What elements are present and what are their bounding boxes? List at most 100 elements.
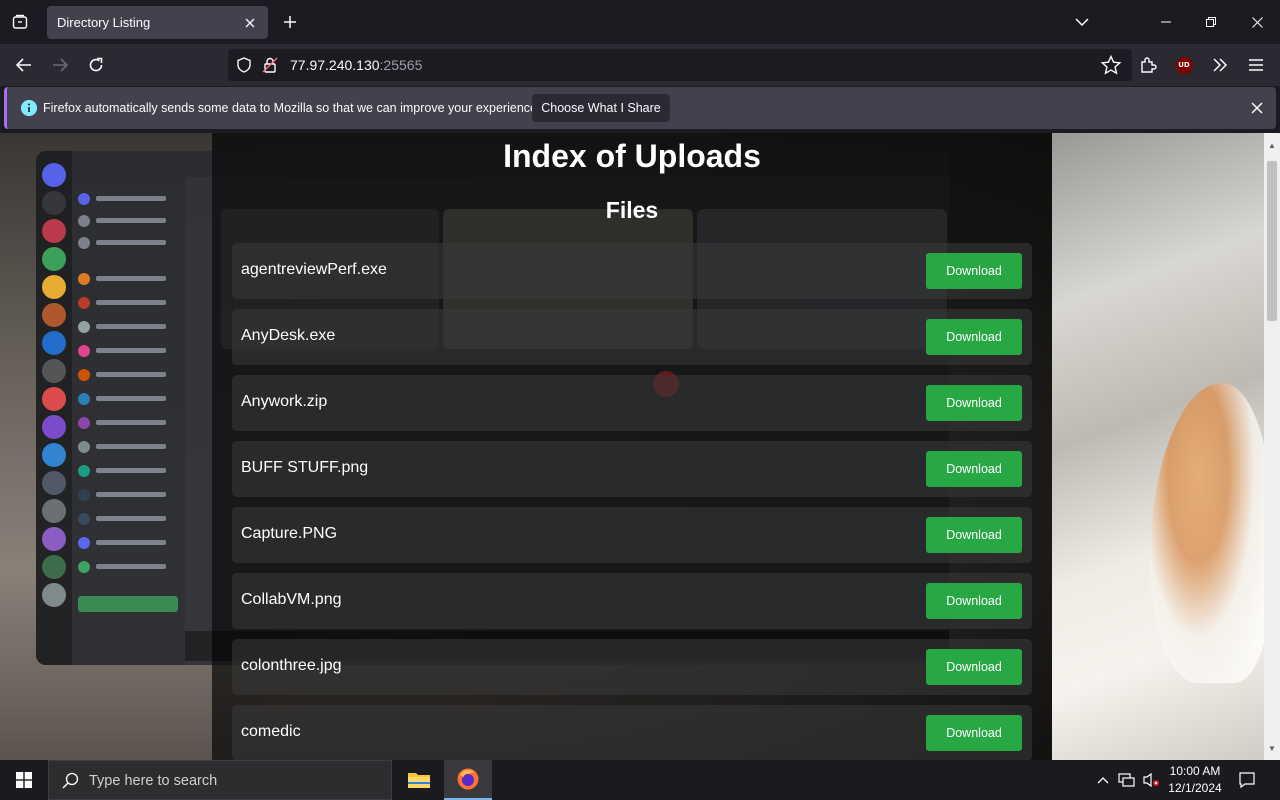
file-explorer-taskbar-button[interactable]	[395, 760, 443, 800]
discord-server-icon	[42, 247, 66, 271]
url-text[interactable]: 77.97.240.130:25565	[290, 57, 422, 73]
file-row: Capture.PNG Download	[232, 507, 1032, 563]
close-icon	[245, 18, 255, 27]
discord-channel	[78, 463, 178, 479]
discord-channel	[78, 271, 178, 287]
plus-icon	[284, 16, 296, 28]
choose-what-i-share-button[interactable]: Choose What I Share	[532, 94, 670, 122]
download-button[interactable]: Download	[926, 715, 1022, 751]
app-menu-button[interactable]	[1241, 51, 1271, 79]
discord-channel	[78, 235, 178, 251]
volume-muted-icon[interactable]	[1141, 770, 1161, 790]
file-row: Anywork.zip Download	[232, 375, 1032, 431]
restore-button[interactable]	[1188, 0, 1234, 44]
list-all-tabs-button[interactable]	[1070, 10, 1094, 34]
discord-channel	[78, 559, 178, 575]
url-port: :25565	[379, 57, 423, 73]
close-icon	[1251, 102, 1263, 114]
discord-channel	[78, 487, 178, 503]
discord-channel	[78, 367, 178, 383]
page-scrollbar[interactable]: ▲ ▼	[1264, 133, 1280, 760]
notification-text: Firefox automatically sends some data to…	[43, 101, 541, 115]
tab-directory-listing[interactable]: Directory Listing	[47, 6, 268, 39]
file-name: Anywork.zip	[241, 393, 328, 410]
ublock-extension-button[interactable]: UD	[1169, 51, 1199, 79]
minimize-icon	[1161, 21, 1171, 23]
discord-server-icon	[42, 583, 66, 607]
discord-channel	[78, 213, 178, 229]
scroll-down-arrow-icon[interactable]: ▼	[1264, 740, 1280, 756]
back-arrow-icon	[16, 58, 31, 72]
star-icon[interactable]	[1100, 55, 1122, 75]
clock-time: 10:00 AM	[1169, 764, 1221, 778]
download-button[interactable]: Download	[926, 451, 1022, 487]
overflow-menu-button[interactable]	[1205, 51, 1235, 79]
tab-close-button[interactable]	[238, 11, 262, 35]
discord-server-icon	[42, 443, 66, 467]
download-button[interactable]: Download	[926, 583, 1022, 619]
download-button[interactable]: Download	[926, 319, 1022, 355]
notification-close-button[interactable]	[1247, 98, 1267, 118]
data-reporting-notification: Firefox automatically sends some data to…	[4, 87, 1276, 129]
page-title: Index of Uploads	[503, 138, 761, 174]
address-bar[interactable]: 77.97.240.130:25565	[228, 49, 1132, 81]
new-tab-button[interactable]	[278, 10, 302, 34]
discord-channel	[78, 535, 178, 551]
window-close-button[interactable]	[1234, 0, 1280, 44]
discord-server-icon	[42, 191, 66, 215]
folder-icon	[408, 773, 430, 788]
download-button[interactable]: Download	[926, 649, 1022, 685]
discord-server-icon	[42, 387, 66, 411]
extensions-button[interactable]	[1133, 51, 1163, 79]
file-row: BUFF STUFF.png Download	[232, 441, 1032, 497]
discord-channel-list	[72, 151, 185, 665]
taskbar-search-box[interactable]: Type here to search	[48, 760, 392, 800]
file-row: colonthree.jpg Download	[232, 639, 1032, 695]
scroll-up-arrow-icon[interactable]: ▲	[1264, 137, 1280, 153]
reload-button[interactable]	[81, 51, 111, 79]
download-button[interactable]: Download	[926, 517, 1022, 553]
file-name: agentreviewPerf.exe	[241, 261, 387, 278]
firefox-taskbar-button[interactable]	[444, 760, 492, 800]
show-hidden-icons-chevron-up-icon[interactable]	[1093, 770, 1113, 790]
windows-taskbar: Type here to search 10:00 AM 12/1/2024	[0, 760, 1280, 800]
files-heading: Files	[605, 197, 659, 223]
discord-server-icon	[42, 471, 66, 495]
shield-icon[interactable]	[236, 57, 252, 73]
navigation-toolbar: 77.97.240.130:25565 UD	[0, 44, 1280, 86]
discord-server-icon	[42, 555, 66, 579]
clock-date: 12/1/2024	[1168, 781, 1222, 795]
chevron-down-icon	[1075, 18, 1089, 27]
discord-server-icon	[42, 275, 66, 299]
discord-channel	[78, 343, 178, 359]
file-row: comedic Download	[232, 705, 1032, 761]
discord-channel	[78, 295, 178, 311]
file-row: AnyDesk.exe Download	[232, 309, 1032, 365]
ublock-badge-text: UD	[1178, 61, 1190, 69]
file-row: agentreviewPerf.exe Download	[232, 243, 1032, 299]
discord-channel	[78, 391, 178, 407]
action-center-notification-icon[interactable]	[1237, 770, 1257, 790]
back-button[interactable]	[9, 51, 39, 79]
puzzle-icon	[1141, 57, 1157, 73]
discord-server-icon	[42, 219, 66, 243]
network-icon[interactable]	[1117, 770, 1137, 790]
file-name: Capture.PNG	[241, 525, 338, 542]
file-row: CollabVM.png Download	[232, 573, 1032, 629]
firefox-view-icon	[12, 14, 28, 29]
lock-insecure-icon[interactable]	[262, 57, 278, 73]
discord-server-icon	[42, 499, 66, 523]
minimize-button[interactable]	[1143, 0, 1189, 44]
discord-channel	[78, 191, 178, 207]
forward-button[interactable]	[45, 51, 75, 79]
start-button[interactable]	[0, 760, 48, 800]
download-button[interactable]: Download	[926, 253, 1022, 289]
scrollbar-thumb[interactable]	[1267, 161, 1277, 321]
discord-server-icon	[42, 359, 66, 383]
taskbar-clock[interactable]: 10:00 AM 12/1/2024	[1160, 763, 1230, 797]
discord-server-rail	[36, 151, 72, 665]
windows-logo-icon	[16, 772, 32, 788]
download-button[interactable]: Download	[926, 385, 1022, 421]
file-name: AnyDesk.exe	[241, 327, 336, 344]
firefox-view-button[interactable]	[0, 0, 40, 44]
